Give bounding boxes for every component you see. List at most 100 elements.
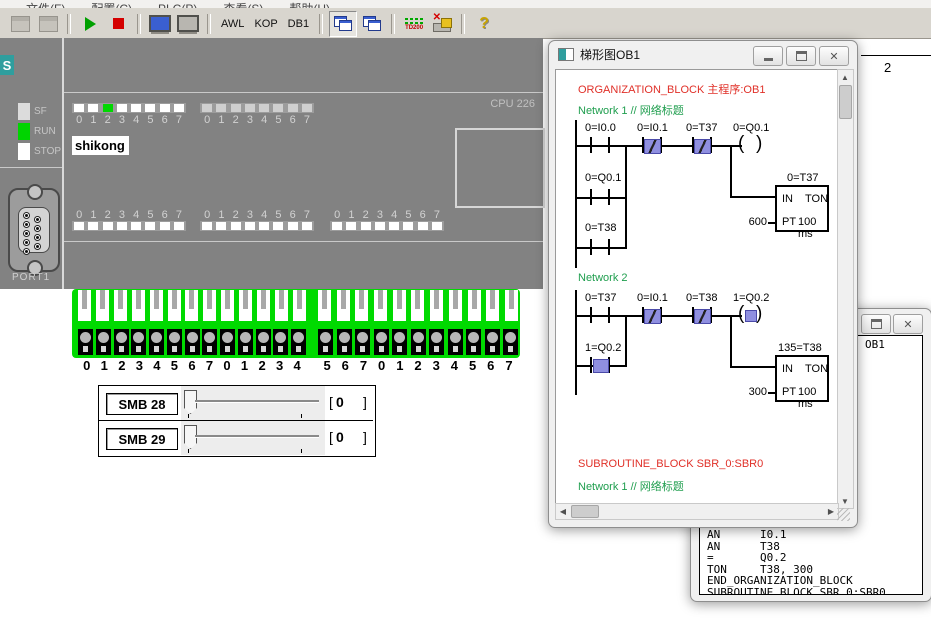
- awl-view-button[interactable]: AWL: [217, 12, 248, 36]
- status-sf: SF: [18, 103, 47, 120]
- application-window: 文件(F)配置(C)PLC(P)查看(S)帮助(H) AWL KOP DB1 T…: [0, 0, 931, 635]
- status-stop: STOP: [18, 143, 61, 160]
- smb28-value: 0: [336, 394, 344, 410]
- db1-file-button[interactable]: [35, 12, 61, 36]
- nc-contact-energized: [694, 139, 711, 154]
- td200-button[interactable]: TD200: [401, 12, 427, 36]
- smb28-label: SMB 28: [106, 393, 178, 415]
- network1-header: Network 1 // 网络标题: [578, 102, 684, 118]
- td200-icon: TD200: [404, 16, 424, 32]
- contact-label: 0=Q0.1: [585, 172, 621, 184]
- minimize-button[interactable]: [753, 46, 783, 66]
- lamp-row-right[interactable]: [318, 329, 518, 355]
- sbr-block-header: SUBROUTINE_BLOCK SBR_0:SBR0: [578, 458, 763, 470]
- contact-label: 0=I0.1: [637, 292, 668, 304]
- timer-preset: 600: [741, 216, 767, 228]
- rung-wire: [575, 197, 627, 199]
- device-name-label: shikong: [72, 136, 129, 155]
- help-button[interactable]: ?: [471, 12, 497, 36]
- restore-button[interactable]: [861, 314, 891, 334]
- coil-close: ): [756, 134, 762, 153]
- coil-open: (: [738, 134, 744, 153]
- input-numbers-a: 01234567: [72, 114, 186, 126]
- output-led-group-3: [330, 221, 444, 231]
- monitor-online-button[interactable]: [147, 12, 173, 36]
- restore-button[interactable]: [786, 46, 816, 66]
- ladder-window-title: 梯形图OB1: [580, 46, 640, 63]
- toolbar: AWL KOP DB1 TD200 ✕ ?: [0, 9, 931, 39]
- no-contact-energized: [593, 359, 609, 373]
- cascade-windows-button[interactable]: [329, 11, 357, 37]
- run-button[interactable]: [77, 12, 103, 36]
- ton-timer-box: IN TON PT 100 ms: [775, 185, 829, 232]
- lock-icon: ✕: [433, 16, 452, 32]
- timer-feed-wire: [730, 366, 775, 368]
- cascade-windows-icon: [334, 16, 352, 31]
- cpu-panel-outline: [455, 128, 545, 208]
- resize-grip[interactable]: [837, 508, 850, 521]
- output-numbers-1: 01234567: [72, 209, 186, 221]
- stop-button[interactable]: [105, 12, 131, 36]
- ladder-window[interactable]: 梯形图OB1 ✕ ORGANIZATION_BLOCK 主程序:OB1 Netw…: [548, 40, 858, 528]
- lock-button[interactable]: ✕: [429, 12, 455, 36]
- terminal-numbers-left: 0123456701234: [78, 358, 306, 373]
- db9-port-icon: [8, 188, 60, 272]
- ladder-diagram-area[interactable]: ORGANIZATION_BLOCK 主程序:OB1 Network 1 // …: [555, 69, 838, 509]
- vertical-scrollbar[interactable]: ▲ ▼: [837, 69, 854, 509]
- output-numbers-2: 01234567: [200, 209, 314, 221]
- smb29-value: 0: [336, 429, 344, 445]
- contact-label: 0=I0.1: [637, 122, 668, 134]
- toolbar-separator: [137, 14, 141, 34]
- preset-tick: [768, 222, 775, 224]
- awl-caption-buttons: [858, 314, 891, 334]
- preset-tick: [768, 392, 775, 394]
- contact-label: 0=T37: [686, 122, 718, 134]
- smb29-row: SMB 29 [ 0 ]: [99, 421, 373, 455]
- input-numbers-b: 01234567: [200, 114, 314, 126]
- kop-view-label: KOP: [250, 18, 281, 30]
- kop-view-button[interactable]: KOP: [250, 12, 281, 36]
- smb29-slider[interactable]: [181, 421, 325, 455]
- monitor-icon: [149, 15, 171, 32]
- toolbar-separator: [391, 14, 395, 34]
- app-badge: S: [0, 55, 14, 75]
- timer-feed-wire: [730, 315, 732, 367]
- run-led: [18, 123, 30, 140]
- watch-window-button[interactable]: [359, 12, 385, 36]
- awl-code-listing: AN I0.1AN T38= Q0.2TON T38, 300END_ORGAN…: [707, 529, 886, 595]
- close-button[interactable]: ✕: [893, 314, 923, 334]
- input-terminal-strip: [72, 289, 520, 358]
- switch-row-right[interactable]: [318, 290, 518, 321]
- monitor-offline-button[interactable]: [175, 12, 201, 36]
- status-run: RUN: [18, 123, 56, 140]
- branch-rail: [625, 315, 627, 367]
- toolbar-separator: [461, 14, 465, 34]
- background-rule: [861, 55, 931, 56]
- sbr-network1-header: Network 1 // 网络标题: [578, 478, 684, 494]
- scrollbar-thumb[interactable]: [571, 505, 599, 518]
- timer-output-label: 135=T38: [778, 342, 822, 354]
- smb29-slider-thumb[interactable]: [184, 425, 197, 449]
- switch-row-left[interactable]: [78, 290, 306, 321]
- horizontal-scrollbar[interactable]: ◀ ▶: [555, 503, 839, 520]
- menu-bar[interactable]: 文件(F)配置(C)PLC(P)查看(S)帮助(H): [0, 0, 931, 9]
- toolbar-separator: [207, 14, 211, 34]
- smb28-slider[interactable]: [181, 386, 325, 420]
- lamp-row-left[interactable]: [78, 329, 306, 355]
- network2-header: Network 2: [578, 272, 628, 284]
- close-button[interactable]: ✕: [819, 46, 849, 66]
- input-led-group-b: [200, 103, 314, 113]
- stop-led: [18, 143, 30, 160]
- org-block-header: ORGANIZATION_BLOCK 主程序:OB1: [578, 81, 765, 97]
- smb28-slider-thumb[interactable]: [184, 390, 197, 414]
- awl-file-icon: [11, 16, 30, 32]
- awl-file-button[interactable]: [7, 12, 33, 36]
- scrollbar-thumb[interactable]: [839, 85, 852, 119]
- plc-simulator-panel: S SF RUN STOP PORT1 0: [0, 38, 543, 289]
- terminal-numbers-right: 56701234567: [318, 358, 518, 373]
- db1-view-button[interactable]: DB1: [284, 12, 313, 36]
- awl-code-fragment: OB1: [865, 338, 885, 351]
- coil-open: (: [738, 304, 744, 323]
- input-led-group-a: [72, 103, 186, 113]
- stop-icon: [113, 18, 124, 29]
